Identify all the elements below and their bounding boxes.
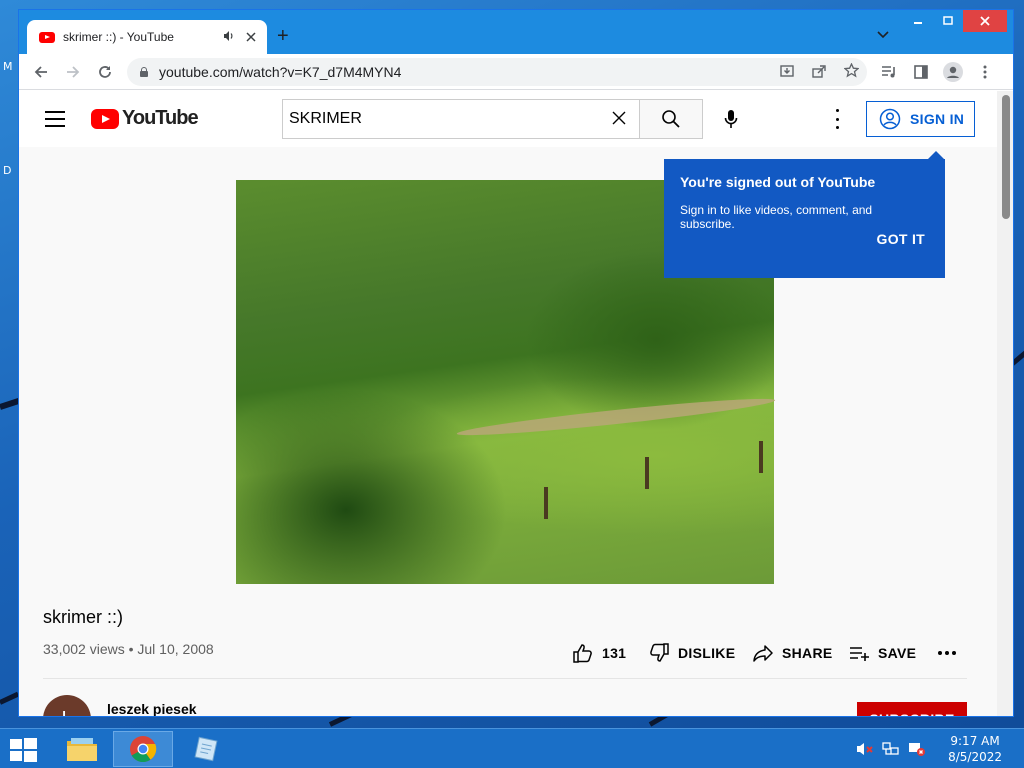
volume-muted-icon[interactable]: [856, 741, 874, 757]
youtube-logo[interactable]: YouTube: [91, 107, 199, 130]
clock-time: 9:17 AM: [950, 734, 1000, 748]
dislike-label: DISLIKE: [678, 645, 736, 661]
desktop-icon-label[interactable]: D: [3, 164, 11, 177]
taskbar-clock[interactable]: 9:17 AM 8/5/2022: [948, 733, 1002, 765]
notepad-icon: [194, 736, 218, 762]
media-control-icon[interactable]: [877, 60, 901, 84]
youtube-logo-text: YouTube: [122, 107, 199, 129]
thumbs-up-icon: [573, 644, 592, 663]
start-button[interactable]: [10, 738, 38, 762]
tab-search-icon[interactable]: [877, 28, 889, 42]
settings-more-icon[interactable]: [827, 109, 847, 129]
voice-search-button[interactable]: [711, 99, 751, 139]
url-text[interactable]: youtube.com/watch?v=K7_d7M4MYN4: [159, 64, 401, 80]
video-meta: 33,002 views • Jul 10, 2008: [43, 641, 214, 657]
scrollbar-thumb[interactable]: [1002, 95, 1010, 219]
account-circle-icon: [879, 108, 901, 130]
network-icon[interactable]: [882, 741, 900, 757]
address-bar[interactable]: youtube.com/watch?v=K7_d7M4MYN4: [127, 58, 867, 86]
share-page-icon[interactable]: [803, 64, 835, 81]
like-count: 131: [602, 645, 627, 661]
system-tray: 9:17 AM 8/5/2022: [856, 729, 1024, 768]
thumbs-down-icon: [650, 643, 669, 662]
more-actions-button[interactable]: [937, 641, 957, 665]
clock-date: 8/5/2022: [948, 750, 1002, 764]
wallpaper-streak: [0, 691, 20, 705]
reload-button[interactable]: [93, 60, 117, 84]
desktop-icon-label[interactable]: M: [3, 60, 13, 73]
video-frame-post: [645, 457, 649, 489]
forward-button[interactable]: [61, 60, 85, 84]
speaker-icon[interactable]: [223, 30, 235, 45]
browser-tab[interactable]: skrimer ::) - YouTube: [27, 20, 267, 54]
more-horizontal-icon: [938, 651, 956, 655]
tab-title: skrimer ::) - YouTube: [63, 30, 174, 44]
browser-window: skrimer ::) - YouTube + youtube.com/watc…: [18, 9, 1014, 717]
search-query[interactable]: SKRIMER: [289, 110, 599, 128]
new-tab-button[interactable]: +: [277, 24, 289, 48]
video-title: skrimer ::): [43, 607, 123, 627]
tooltip-title: You're signed out of YouTube: [680, 174, 876, 190]
side-panel-icon[interactable]: [909, 60, 933, 84]
minimize-button[interactable]: [903, 10, 933, 32]
action-center-alert-icon[interactable]: [908, 741, 926, 757]
folder-icon: [67, 738, 97, 761]
browser-menu-icon[interactable]: [973, 60, 997, 84]
guide-menu-icon[interactable]: [45, 111, 65, 127]
share-button[interactable]: SHARE: [752, 641, 833, 665]
close-icon[interactable]: [243, 29, 259, 45]
video-frame-post: [759, 441, 763, 473]
chrome-icon: [130, 736, 157, 763]
bookmark-star-icon[interactable]: [835, 62, 867, 81]
install-app-icon[interactable]: [771, 64, 803, 81]
maximize-button[interactable]: [933, 10, 963, 32]
video-frame-path: [456, 393, 776, 441]
like-button[interactable]: 131: [572, 641, 626, 665]
channel-avatar[interactable]: L: [43, 695, 91, 716]
dislike-button[interactable]: DISLIKE: [648, 641, 735, 665]
youtube-masthead: YouTube SKRIMER SIGN IN: [19, 91, 997, 147]
subscribe-button[interactable]: SUBSCRIBE: [857, 702, 967, 716]
search-input[interactable]: SKRIMER: [282, 99, 639, 139]
browser-toolbar: youtube.com/watch?v=K7_d7M4MYN4: [19, 54, 1013, 90]
taskbar: 9:17 AM 8/5/2022: [0, 728, 1024, 768]
file-explorer-taskbar-button[interactable]: [52, 731, 112, 767]
got-it-button[interactable]: GOT IT: [877, 231, 925, 247]
back-button[interactable]: [29, 60, 53, 84]
microphone-icon: [724, 110, 738, 128]
save-button[interactable]: SAVE: [848, 641, 916, 665]
page-scrollbar[interactable]: [997, 91, 1013, 716]
signed-out-tooltip: You're signed out of YouTube Sign in to …: [664, 151, 945, 278]
sign-in-button[interactable]: SIGN IN: [866, 101, 975, 137]
youtube-favicon-icon: [39, 31, 55, 43]
save-label: SAVE: [878, 645, 917, 661]
close-window-button[interactable]: [963, 10, 1007, 32]
video-frame-post: [544, 487, 548, 519]
search-button[interactable]: [639, 99, 703, 139]
youtube-play-icon: [91, 108, 119, 129]
clear-search-icon[interactable]: [599, 108, 639, 131]
profile-avatar-icon[interactable]: [941, 60, 965, 84]
share-label: SHARE: [782, 645, 833, 661]
search-icon: [662, 110, 680, 128]
section-divider: [43, 678, 967, 679]
sign-in-label: SIGN IN: [910, 111, 965, 127]
notepad-taskbar-button[interactable]: [175, 731, 235, 767]
playlist-add-icon: [850, 647, 869, 661]
share-icon: [753, 645, 773, 662]
tab-strip: skrimer ::) - YouTube +: [19, 10, 1013, 54]
youtube-page: YouTube SKRIMER SIGN IN You're signed ou…: [19, 91, 997, 716]
lock-icon[interactable]: [139, 67, 149, 77]
channel-name[interactable]: leszek piesek: [107, 701, 197, 716]
tooltip-body: Sign in to like videos, comment, and sub…: [680, 203, 873, 231]
chrome-taskbar-button[interactable]: [113, 731, 173, 767]
